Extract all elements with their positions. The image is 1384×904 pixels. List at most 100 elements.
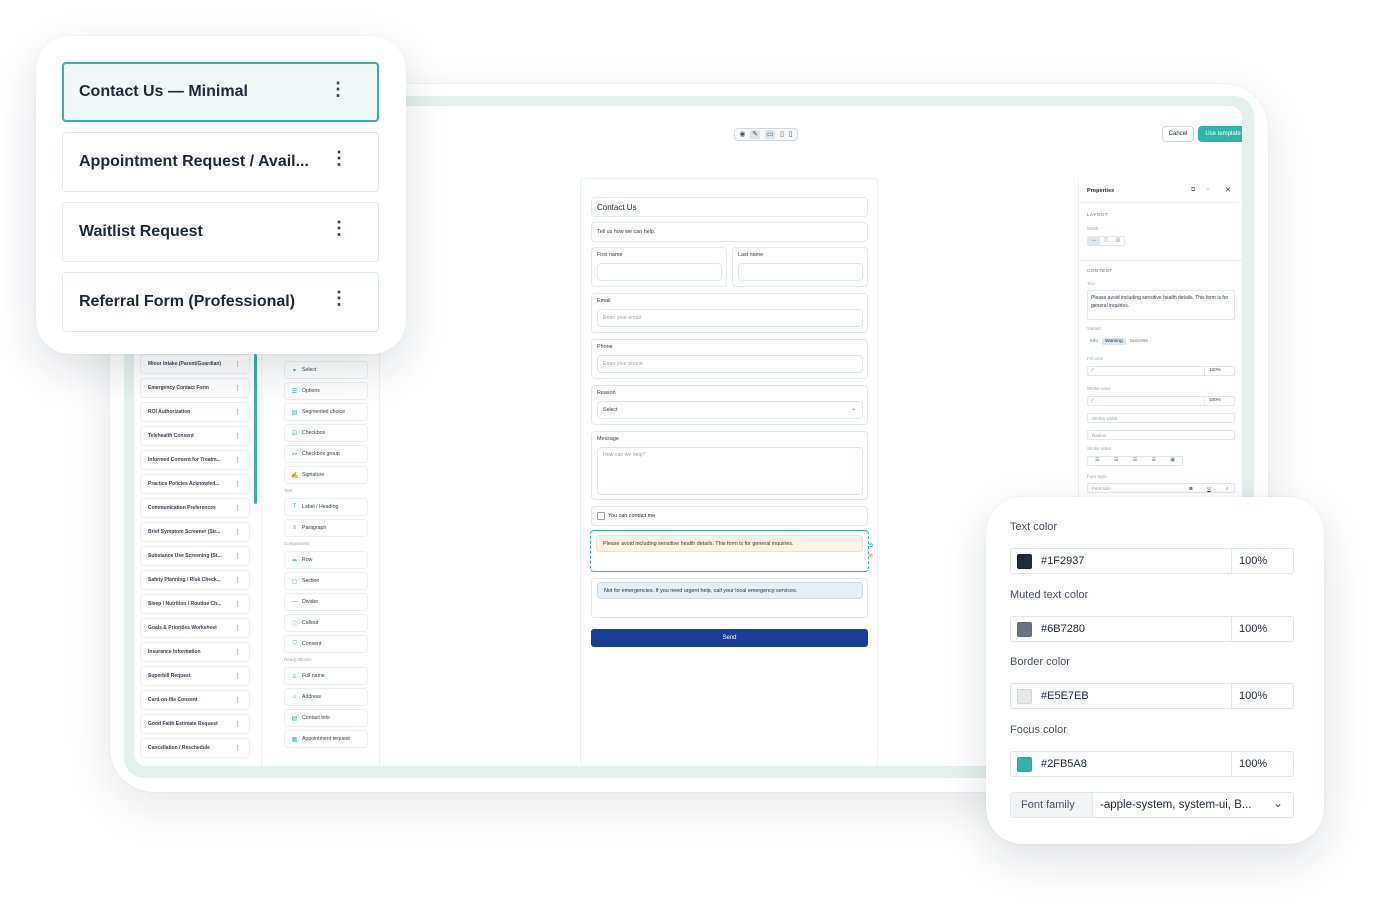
duplicate-icon[interactable]: ⧉ — [1191, 187, 1195, 194]
kebab-menu-icon[interactable]: ⋮ — [234, 408, 241, 416]
message-textarea[interactable]: How can we help? — [597, 447, 863, 495]
palette-item[interactable]: ✍ Signature — [284, 466, 368, 484]
phone-icon[interactable]: ▯ — [789, 131, 793, 138]
form-title-block[interactable]: Contact Us — [591, 197, 868, 217]
kebab-menu-icon[interactable]: ⋮ — [330, 149, 348, 167]
palette-item[interactable]: ▤ Contact info — [284, 709, 368, 727]
kebab-menu-icon[interactable]: ⋮ — [234, 552, 241, 560]
full-width-icon[interactable]: ↔ — [1088, 237, 1100, 245]
color-swatch[interactable] — [1017, 689, 1032, 704]
sidebar-template-item[interactable]: Cancellation / Reschedule ⋮ — [140, 738, 250, 758]
palette-item[interactable]: ▾ Select — [284, 361, 368, 379]
italic-button[interactable]: I — [1218, 486, 1236, 491]
variant-option[interactable]: Info — [1087, 338, 1101, 345]
color-hex-value[interactable]: #2FB5A8 — [1041, 758, 1087, 770]
color-hex-value[interactable]: #6B7280 — [1041, 623, 1085, 635]
color-field[interactable]: #6B7280 100% — [1010, 615, 1295, 642]
sidebar-template-item[interactable]: Minor Intake (Parent/Guardian) ⋮ — [140, 354, 250, 374]
sidebar-template-item[interactable]: Practice Policies Acknowled... ⋮ — [140, 474, 250, 494]
side-top-icon[interactable]: ☰ — [1088, 457, 1107, 465]
kebab-menu-icon[interactable]: ⋮ — [234, 576, 241, 584]
sidebar-template-item[interactable]: Brief Symptom Screener (Str... ⋮ — [140, 522, 250, 542]
font-size-field[interactable]: Font size B U I — [1087, 483, 1235, 493]
desktop-icon[interactable]: ▭ — [764, 130, 776, 139]
kebab-menu-icon[interactable]: ⋮ — [234, 720, 241, 728]
sidebar-template-item[interactable]: Sleep / Nutrition / Routine Ch... ⋮ — [140, 594, 250, 614]
kebab-menu-icon[interactable]: ⋮ — [329, 80, 347, 98]
palette-item[interactable]: ⚯ Checkbox group — [284, 445, 368, 463]
palette-item[interactable]: ▦ Appointment request — [284, 730, 368, 748]
send-button[interactable]: Send — [591, 629, 868, 647]
kebab-menu-icon[interactable]: ⋮ — [234, 480, 241, 488]
palette-item[interactable]: — Divider — [284, 593, 368, 611]
contact-checkbox[interactable] — [597, 512, 605, 520]
kebab-menu-icon[interactable]: ⋮ — [234, 744, 241, 752]
variant-option[interactable]: Success — [1127, 338, 1151, 345]
stroke-width-field[interactable]: Stroke width — [1087, 413, 1235, 423]
palette-item[interactable]: ☑ Checkbox — [284, 424, 368, 442]
radius-field[interactable]: Radius — [1087, 430, 1235, 440]
color-hex-value[interactable]: #1F2937 — [1041, 555, 1084, 567]
color-field[interactable]: #1F2937 100% — [1010, 548, 1294, 574]
side-bottom-icon[interactable]: ☰ — [1126, 457, 1145, 465]
color-opacity-value[interactable]: 100% — [1231, 616, 1295, 641]
palette-item[interactable]: T Label / Heading — [284, 498, 368, 516]
color-swatch[interactable] — [1017, 554, 1032, 569]
kebab-menu-icon[interactable]: ⋮ — [234, 672, 241, 680]
sidebar-template-item[interactable]: Safety Planning / Risk Check... ⋮ — [140, 570, 250, 590]
sidebar-template-item[interactable]: Telehealth Consent ⋮ — [140, 426, 250, 446]
kebab-menu-icon[interactable]: ⋮ — [234, 504, 241, 512]
palette-item[interactable]: ⇹ Row — [284, 551, 368, 569]
color-hex-value[interactable]: #E5E7EB — [1041, 690, 1089, 702]
sidebar-template-item[interactable]: Insurance Information ⋮ — [140, 642, 250, 662]
half-width-icon[interactable]: ◫ — [1100, 237, 1112, 245]
color-swatch[interactable] — [1017, 756, 1032, 772]
sidebar-template-item[interactable]: ROI Authorization ⋮ — [140, 402, 250, 422]
sidebar-template-item[interactable]: Good Faith Estimate Request ⋮ — [140, 714, 250, 734]
fill-color-field[interactable]: ∕ 100% — [1087, 366, 1235, 376]
last-name-input[interactable] — [738, 263, 863, 281]
kebab-menu-icon[interactable]: ⋮ — [330, 289, 348, 307]
side-left-icon[interactable]: ☰ — [1144, 457, 1163, 465]
form-subtitle-block[interactable]: Tell us how we can help. — [591, 222, 868, 242]
font-family-select[interactable]: Font family -apple-system, system-ui, B.… — [1010, 792, 1294, 818]
kebab-menu-icon[interactable]: ⋮ — [234, 528, 241, 536]
callout-text-input[interactable]: Please avoid including sensitive health … — [1087, 290, 1235, 320]
sidebar-template-item[interactable]: Card-on-file Consent ⋮ — [140, 690, 250, 710]
kebab-menu-icon[interactable]: ⋮ — [234, 648, 241, 656]
underline-button[interactable]: U — [1200, 486, 1218, 491]
kebab-menu-icon[interactable]: ⋮ — [330, 219, 348, 237]
kebab-menu-icon[interactable]: ⋮ — [234, 360, 241, 368]
kebab-menu-icon[interactable]: ⋮ — [234, 384, 241, 392]
kebab-menu-icon[interactable]: ⋮ — [234, 696, 241, 704]
palette-item[interactable]: ▢ Section — [284, 572, 368, 590]
email-field[interactable]: Enter your email — [597, 309, 863, 327]
bold-button[interactable]: B — [1182, 486, 1200, 491]
duplicate-icon[interactable]: ⧉ — [869, 543, 873, 549]
stroke-color-field[interactable]: ∕ 100% — [1087, 396, 1235, 406]
variant-option[interactable]: Warning — [1102, 338, 1126, 345]
palette-item[interactable]: ⓘ Callout — [284, 614, 368, 632]
sidebar-template-item[interactable]: Communication Preferences ⋮ — [140, 498, 250, 518]
sidebar-template-item[interactable]: Substance Use Screening (St... ⋮ — [140, 546, 250, 566]
tablet-icon[interactable]: ▯ — [780, 131, 784, 138]
color-swatch[interactable] — [1017, 621, 1032, 637]
sidebar-template-item[interactable]: Informed Consent for Treatm... ⋮ — [140, 450, 250, 470]
template-item[interactable]: Contact Us — Minimal ⋮ — [62, 62, 379, 122]
palette-item[interactable]: ⌂ Address — [284, 688, 368, 706]
sidebar-scrollbar[interactable] — [254, 354, 257, 504]
kebab-menu-icon[interactable]: ⋮ — [234, 624, 241, 632]
color-opacity-value[interactable]: 100% — [1231, 684, 1295, 708]
third-width-icon[interactable]: ▥ — [1112, 237, 1124, 245]
palette-item[interactable]: ♙ Full name — [284, 667, 368, 685]
sidebar-template-item[interactable]: Superbill Request ⋮ — [140, 666, 250, 686]
pencil-icon[interactable]: ✎ — [750, 130, 761, 139]
palette-item[interactable]: ☰ Options — [284, 382, 368, 400]
color-opacity-value[interactable]: 100% — [1231, 549, 1295, 573]
close-icon[interactable]: ✕ — [1225, 186, 1231, 194]
use-template-button[interactable]: Use template — [1198, 126, 1242, 142]
sidebar-template-item[interactable]: Emergency Contact Form ⋮ — [140, 378, 250, 398]
side-right-icon[interactable]: ☰ — [1107, 457, 1126, 465]
eye-icon[interactable]: ◉ — [739, 131, 745, 138]
template-item[interactable]: Appointment Request / Avail... ⋮ — [62, 132, 379, 192]
